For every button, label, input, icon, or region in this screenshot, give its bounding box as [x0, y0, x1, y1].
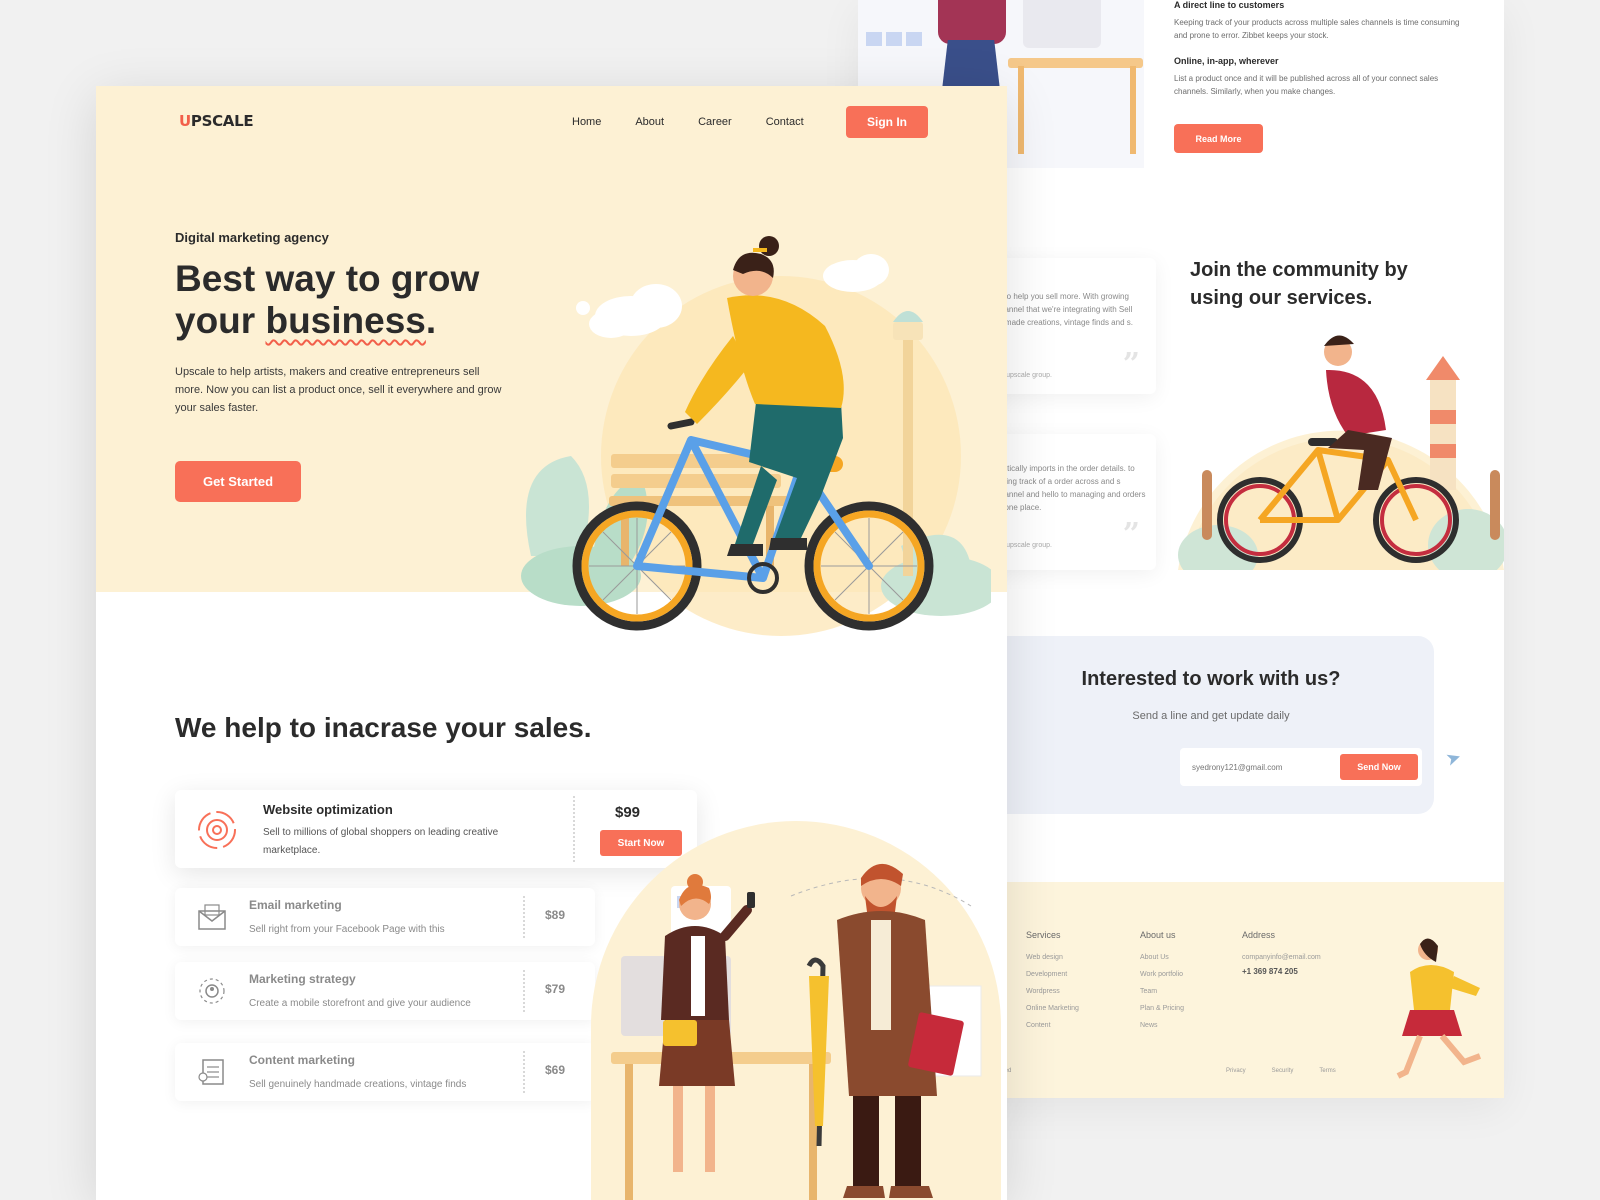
logo[interactable]: UPSCALE: [179, 112, 254, 130]
user-network-icon: [199, 978, 225, 1004]
nav-career[interactable]: Career: [698, 116, 732, 128]
hero-description: Upscale to help artists, makers and crea…: [175, 366, 502, 414]
footer-legal-links: Privacy Security Terms: [1226, 1068, 1336, 1074]
nav-contact[interactable]: Contact: [766, 116, 804, 128]
divider: [573, 796, 575, 862]
service-price: $89: [545, 908, 566, 922]
document-icon: [198, 1059, 224, 1085]
footer-link-terms[interactable]: Terms: [1319, 1068, 1335, 1074]
footer-link[interactable]: Work portfolio: [1140, 971, 1184, 978]
main-nav: Home About Career Contact: [572, 116, 804, 128]
service-name: Website optimization: [263, 802, 393, 817]
hero-title-line2-pre: your: [175, 300, 266, 341]
divider: [523, 1051, 525, 1093]
nav-home[interactable]: Home: [572, 116, 601, 128]
feature-title: A direct line to customers: [1174, 0, 1285, 10]
footer-link[interactable]: Content: [1026, 1022, 1079, 1029]
read-more-button[interactable]: Read More: [1174, 124, 1263, 153]
person-skirt: [942, 40, 1000, 90]
nav-about[interactable]: About: [635, 116, 664, 128]
get-started-button[interactable]: Get Started: [175, 461, 301, 502]
front-page: UPSCALE Home About Career Contact Sign I…: [96, 86, 1007, 1200]
hero-title-line2-post: .: [425, 300, 437, 341]
service-card-marketing-strategy[interactable]: Marketing strategy Create a mobile store…: [175, 962, 595, 1020]
logo-text: PSCALE: [190, 112, 254, 130]
service-price: $69: [545, 1063, 566, 1077]
people-meeting-illustration: [591, 821, 1001, 1200]
service-card-email-marketing[interactable]: Email marketing Sell right from your Fac…: [175, 888, 595, 946]
newsletter-section: Interested to work with us? Send a line …: [988, 636, 1464, 814]
gear-icon: [198, 811, 236, 849]
person-figure: [938, 0, 1006, 44]
footer-link[interactable]: News: [1140, 1022, 1184, 1029]
service-name: Marketing strategy: [249, 972, 356, 986]
sales-title: We help to inacrase your sales.: [175, 712, 592, 743]
service-description: Sell genuinely handmade creations, vinta…: [249, 1079, 467, 1090]
hero-tagline: Digital marketing agency: [175, 230, 329, 245]
footer-link-security[interactable]: Security: [1272, 1068, 1294, 1074]
hero-title-line1: Best way to grow: [175, 258, 480, 299]
newsletter-subtitle: Send a line and get update daily: [1132, 710, 1290, 722]
service-card-content-marketing[interactable]: Content marketing Sell genuinely handmad…: [175, 1043, 595, 1101]
footer-col-about: About us About Us Work portfolio Team Pl…: [1140, 930, 1184, 1039]
hero-title-highlight: business: [265, 300, 426, 341]
footer-link[interactable]: Web design: [1026, 954, 1079, 961]
logo-letter: U: [179, 112, 191, 130]
quote-icon: ”: [1122, 517, 1140, 552]
divider: [523, 970, 525, 1012]
newsletter-form: Send Now: [1180, 748, 1422, 786]
desk-leg: [1130, 66, 1136, 154]
quote-icon: ”: [1122, 347, 1140, 382]
footer-heading: Address: [1242, 930, 1276, 940]
footer-heading: About us: [1140, 930, 1176, 940]
footer-link[interactable]: Wordpress: [1026, 988, 1079, 995]
footer: Services Web design Development Wordpres…: [988, 882, 1504, 1098]
desk-leg: [1018, 66, 1024, 154]
feature-text: List a product once and it will be publi…: [1174, 74, 1439, 96]
service-name: Email marketing: [249, 898, 342, 912]
sign-in-button[interactable]: Sign In: [846, 106, 928, 138]
feature-text: Keeping track of your products across mu…: [1174, 18, 1460, 40]
feature-direct-line: A direct line to customers Keeping track…: [1174, 0, 1474, 42]
testimonial-text: matically imports in the order details. …: [996, 464, 1146, 512]
service-price: $79: [545, 982, 566, 996]
footer-link[interactable]: Team: [1140, 988, 1184, 995]
divider: [523, 896, 525, 938]
send-now-button[interactable]: Send Now: [1340, 754, 1418, 780]
cyclist-man-illustration: [1178, 335, 1504, 570]
footer-link-privacy[interactable]: Privacy: [1226, 1068, 1246, 1074]
email-input[interactable]: [1180, 748, 1338, 786]
service-description: Create a mobile storefront and give your…: [249, 998, 471, 1009]
service-name: Content marketing: [249, 1053, 356, 1067]
footer-email: companyinfo@email.com: [1242, 954, 1321, 961]
footer-link[interactable]: Online Marketing: [1026, 1005, 1079, 1012]
footer-col-address: Address companyinfo@email.com +1 369 874…: [1242, 930, 1321, 976]
testimonial-text: ts to help you sell more. With growing c…: [996, 292, 1133, 327]
envelope-icon: [198, 904, 226, 930]
footer-phone: +1 369 874 205: [1242, 967, 1298, 976]
monitor-illustration: [1023, 0, 1101, 48]
desk-illustration: [1008, 58, 1143, 68]
service-description: Sell right from your Facebook Page with …: [249, 924, 445, 935]
footer-link[interactable]: Development: [1026, 971, 1079, 978]
footer-col-services: Services Web design Development Wordpres…: [1026, 930, 1079, 1039]
footer-link[interactable]: About Us: [1140, 954, 1184, 961]
feature-title: Online, in-app, wherever: [1174, 56, 1279, 66]
footer-link[interactable]: Plan & Pricing: [1140, 1005, 1184, 1012]
cyclist-woman-illustration: [521, 236, 991, 636]
paper-plane-icon: ➤: [1443, 746, 1464, 770]
feature-online: Online, in-app, wherever List a product …: [1174, 56, 1444, 98]
community-title: Join the community by using our services…: [1190, 259, 1408, 309]
newsletter-title: Interested to work with us?: [1081, 668, 1341, 690]
window-blocks: [866, 32, 922, 46]
running-woman-illustration: [1396, 938, 1482, 1079]
footer-heading: Services: [1026, 930, 1061, 940]
service-description: Sell to millions of global shoppers on l…: [263, 827, 499, 856]
